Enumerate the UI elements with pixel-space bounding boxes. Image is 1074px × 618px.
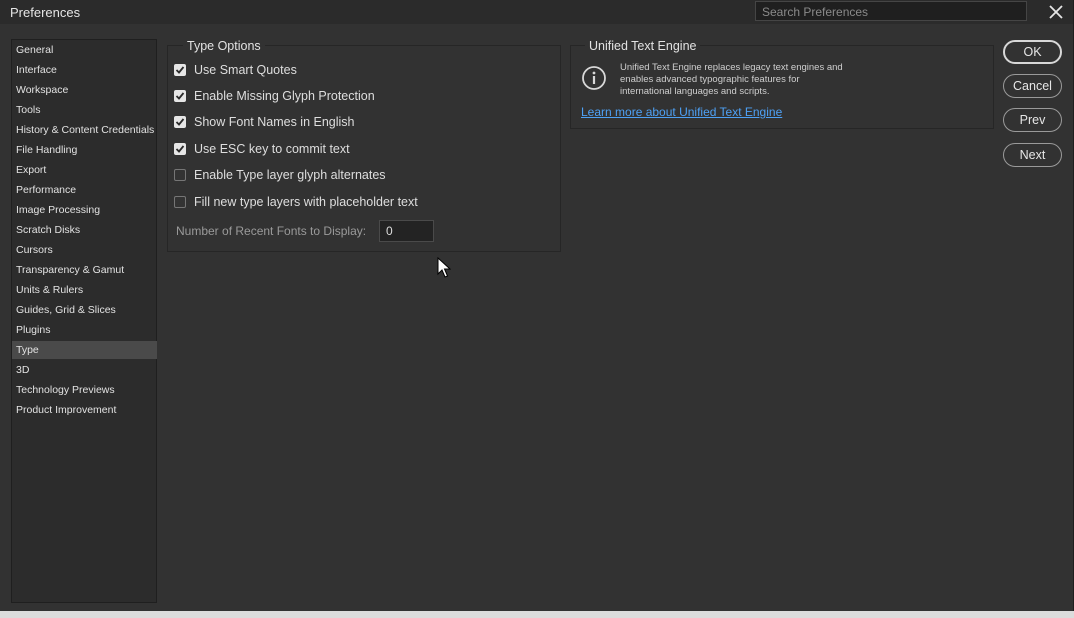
dialog-title: Preferences: [10, 5, 81, 20]
sidebar-item-label: Workspace: [16, 84, 69, 96]
sidebar-item-export[interactable]: Export: [12, 161, 157, 179]
sidebar-item-general[interactable]: General: [12, 41, 157, 59]
next-button[interactable]: Next: [1003, 143, 1062, 167]
sidebar-item-label: File Handling: [16, 144, 78, 156]
checkbox-row-missing-glyph[interactable]: Enable Missing Glyph Protection: [174, 87, 375, 105]
checkbox-smart-quotes[interactable]: [174, 64, 186, 76]
checkmark-icon: [175, 145, 185, 153]
title-bar: Preferences Search Preferences: [0, 0, 1073, 24]
sidebar-item-3d[interactable]: 3D: [12, 361, 157, 379]
sidebar-item-label: History & Content Credentials: [16, 124, 155, 136]
recent-fonts-label: Number of Recent Fonts to Display:: [176, 224, 367, 238]
checkbox-row-placeholder-text[interactable]: Fill new type layers with placeholder te…: [174, 193, 418, 211]
sidebar-item-workspace[interactable]: Workspace: [12, 81, 157, 99]
checkmark-icon: [175, 92, 185, 100]
description-line: enables advanced typographic features fo…: [620, 74, 800, 85]
checkbox-row-esc-commit[interactable]: Use ESC key to commit text: [174, 140, 350, 158]
sidebar-item-units-rulers[interactable]: Units & Rulers: [12, 281, 157, 299]
checkbox-label: Fill new type layers with placeholder te…: [194, 195, 418, 209]
unified-text-engine-description: Unified Text Engine replaces legacy text…: [620, 62, 880, 98]
sidebar-item-label: 3D: [16, 364, 30, 376]
prev-button[interactable]: Prev: [1003, 108, 1062, 132]
sidebar-item-plugins[interactable]: Plugins: [12, 321, 157, 339]
mouse-cursor-icon: [437, 256, 452, 284]
checkbox-row-smart-quotes[interactable]: Use Smart Quotes: [174, 61, 297, 79]
sidebar-item-label: Product Improvement: [16, 404, 117, 416]
sidebar-item-interface[interactable]: Interface: [12, 61, 157, 79]
sidebar-item-label: Tools: [16, 104, 41, 116]
sidebar-item-label: Transparency & Gamut: [16, 264, 125, 276]
sidebar-item-label: Image Processing: [16, 204, 101, 216]
cancel-button[interactable]: Cancel: [1003, 74, 1062, 98]
search-input[interactable]: Search Preferences: [755, 1, 1027, 21]
sidebar-item-transparency[interactable]: Transparency & Gamut: [12, 261, 157, 279]
sidebar: General Interface Workspace Tools Histor…: [11, 39, 157, 603]
description-line: Unified Text Engine replaces legacy text…: [620, 62, 843, 73]
type-options-title: Type Options: [183, 39, 265, 53]
close-icon[interactable]: [1046, 2, 1066, 22]
checkbox-label: Use ESC key to commit text: [194, 142, 350, 156]
sidebar-item-label: Type: [16, 344, 39, 356]
checkbox-row-font-names-english[interactable]: Show Font Names in English: [174, 113, 355, 131]
checkbox-label: Enable Type layer glyph alternates: [194, 168, 386, 182]
preferences-dialog: Preferences Search Preferences General I…: [0, 0, 1074, 611]
description-line: international languages and scripts.: [620, 86, 770, 97]
checkbox-row-glyph-alternates[interactable]: Enable Type layer glyph alternates: [174, 166, 386, 184]
learn-more-link[interactable]: Learn more about Unified Text Engine: [581, 105, 782, 119]
checkbox-label: Show Font Names in English: [194, 115, 355, 129]
checkmark-icon: [175, 66, 185, 74]
sidebar-item-label: Interface: [16, 64, 57, 76]
sidebar-item-label: Cursors: [16, 244, 53, 256]
sidebar-item-label: Units & Rulers: [16, 284, 84, 296]
sidebar-item-label: Guides, Grid & Slices: [16, 304, 116, 316]
checkmark-icon: [175, 118, 185, 126]
sidebar-item-label: General: [16, 44, 54, 56]
checkbox-missing-glyph[interactable]: [174, 90, 186, 102]
unified-text-engine-title: Unified Text Engine: [585, 39, 701, 53]
sidebar-item-label: Scratch Disks: [16, 224, 81, 236]
checkbox-font-names-english[interactable]: [174, 116, 186, 128]
sidebar-item-label: Plugins: [16, 324, 51, 336]
checkbox-placeholder-text[interactable]: [174, 196, 186, 208]
ok-button[interactable]: OK: [1003, 40, 1062, 64]
sidebar-item-product-improvement[interactable]: Product Improvement: [12, 401, 157, 419]
sidebar-item-scratch-disks[interactable]: Scratch Disks: [12, 221, 157, 239]
sidebar-item-performance[interactable]: Performance: [12, 181, 157, 199]
checkbox-glyph-alternates[interactable]: [174, 169, 186, 181]
checkbox-label: Use Smart Quotes: [194, 63, 297, 77]
checkbox-esc-commit[interactable]: [174, 143, 186, 155]
sidebar-item-cursors[interactable]: Cursors: [12, 241, 157, 259]
sidebar-item-file-handling[interactable]: File Handling: [12, 141, 157, 159]
sidebar-item-label: Export: [16, 164, 47, 176]
sidebar-item-guides[interactable]: Guides, Grid & Slices: [12, 301, 157, 319]
info-icon: [581, 65, 607, 91]
sidebar-item-type[interactable]: Type: [12, 341, 157, 359]
sidebar-item-history[interactable]: History & Content Credentials: [12, 121, 157, 139]
sidebar-item-technology-previews[interactable]: Technology Previews: [12, 381, 157, 399]
sidebar-item-tools[interactable]: Tools: [12, 101, 157, 119]
sidebar-item-image-processing[interactable]: Image Processing: [12, 201, 157, 219]
sidebar-item-label: Performance: [16, 184, 77, 196]
checkbox-label: Enable Missing Glyph Protection: [194, 89, 375, 103]
sidebar-item-label: Technology Previews: [16, 384, 115, 396]
recent-fonts-input[interactable]: 0: [379, 220, 434, 242]
